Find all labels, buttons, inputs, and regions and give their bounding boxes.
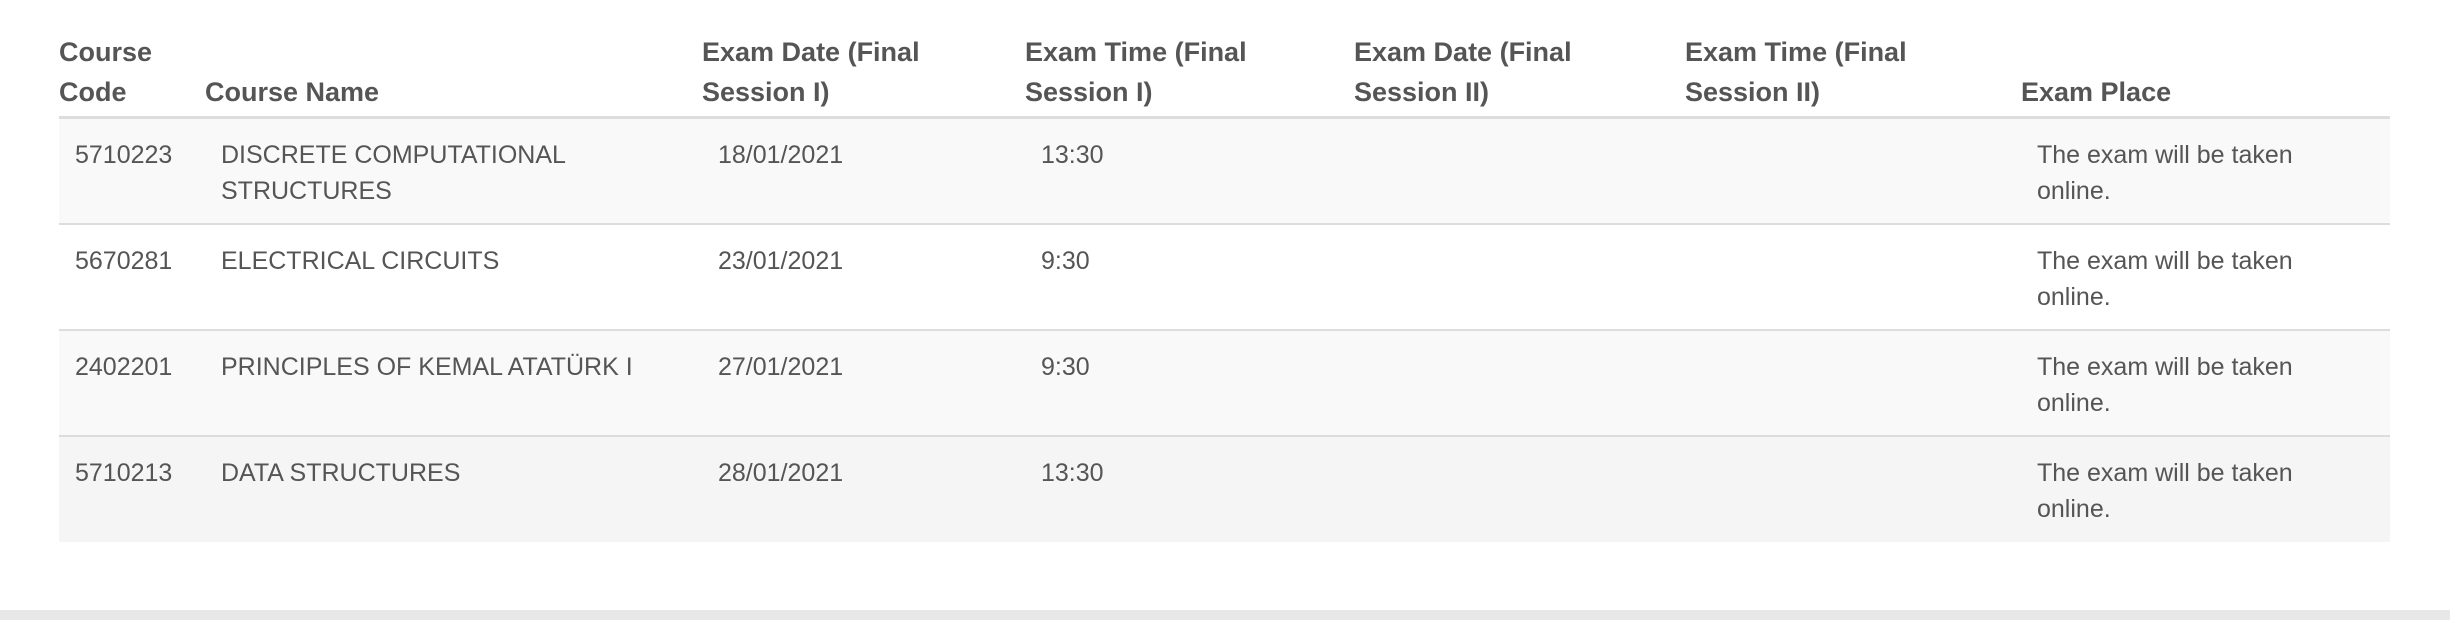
header-row: Course Code Course Name Exam Date (Final…: [59, 30, 2390, 119]
cell-exam-date-session-1: 18/01/2021: [702, 117, 1025, 225]
header-exam-date-session-1: Exam Date (Final Session I): [702, 30, 1025, 119]
cell-exam-time-session-2: [1685, 329, 2021, 437]
cell-exam-time-session-2: [1685, 435, 2021, 542]
cell-exam-place: The exam will be taken online.: [2021, 329, 2390, 437]
cell-exam-time-session-1: 9:30: [1025, 223, 1354, 331]
cell-exam-time-session-1: 13:30: [1025, 435, 1354, 542]
header-exam-place: Exam Place: [2021, 30, 2390, 119]
cell-course-code: 5710213: [59, 435, 205, 542]
cell-course-name: DISCRETE COMPUTATIONAL STRUCTURES: [205, 117, 702, 225]
header-exam-date-session-2: Exam Date (Final Session II): [1354, 30, 1685, 119]
cell-exam-time-session-2: [1685, 117, 2021, 225]
cell-course-name: PRINCIPLES OF KEMAL ATATÜRK I: [205, 329, 702, 437]
page-bottom-divider: [0, 610, 2450, 620]
header-exam-time-session-2: Exam Time (Final Session II): [1685, 30, 2021, 119]
table-row: 2402201 PRINCIPLES OF KEMAL ATATÜRK I 27…: [59, 329, 2390, 437]
cell-exam-date-session-1: 23/01/2021: [702, 223, 1025, 331]
table-row: 5710213 DATA STRUCTURES 28/01/2021 13:30…: [59, 435, 2390, 542]
cell-course-code: 5670281: [59, 223, 205, 331]
cell-course-code: 5710223: [59, 117, 205, 225]
exam-schedule-table: Course Code Course Name Exam Date (Final…: [59, 30, 2390, 542]
table-row: 5670281 ELECTRICAL CIRCUITS 23/01/2021 9…: [59, 223, 2390, 331]
header-exam-time-session-1: Exam Time (Final Session I): [1025, 30, 1354, 119]
table-row: 5710223 DISCRETE COMPUTATIONAL STRUCTURE…: [59, 117, 2390, 225]
cell-exam-date-session-2: [1354, 117, 1685, 225]
cell-course-name: ELECTRICAL CIRCUITS: [205, 223, 702, 331]
cell-exam-date-session-1: 28/01/2021: [702, 435, 1025, 542]
cell-exam-time-session-1: 13:30: [1025, 117, 1354, 225]
cell-course-code: 2402201: [59, 329, 205, 437]
cell-exam-place: The exam will be taken online.: [2021, 435, 2390, 542]
exam-schedule-table-wrapper: Course Code Course Name Exam Date (Final…: [59, 30, 2390, 542]
cell-exam-date-session-2: [1354, 223, 1685, 331]
cell-exam-time-session-2: [1685, 223, 2021, 331]
cell-exam-time-session-1: 9:30: [1025, 329, 1354, 437]
cell-exam-place: The exam will be taken online.: [2021, 117, 2390, 225]
cell-exam-date-session-2: [1354, 435, 1685, 542]
header-course-code: Course Code: [59, 30, 205, 119]
cell-exam-place: The exam will be taken online.: [2021, 223, 2390, 331]
cell-exam-date-session-2: [1354, 329, 1685, 437]
header-course-name: Course Name: [205, 30, 702, 119]
cell-exam-date-session-1: 27/01/2021: [702, 329, 1025, 437]
cell-course-name: DATA STRUCTURES: [205, 435, 702, 542]
table-body: 5710223 DISCRETE COMPUTATIONAL STRUCTURE…: [59, 117, 2390, 542]
table-header: Course Code Course Name Exam Date (Final…: [59, 30, 2390, 119]
